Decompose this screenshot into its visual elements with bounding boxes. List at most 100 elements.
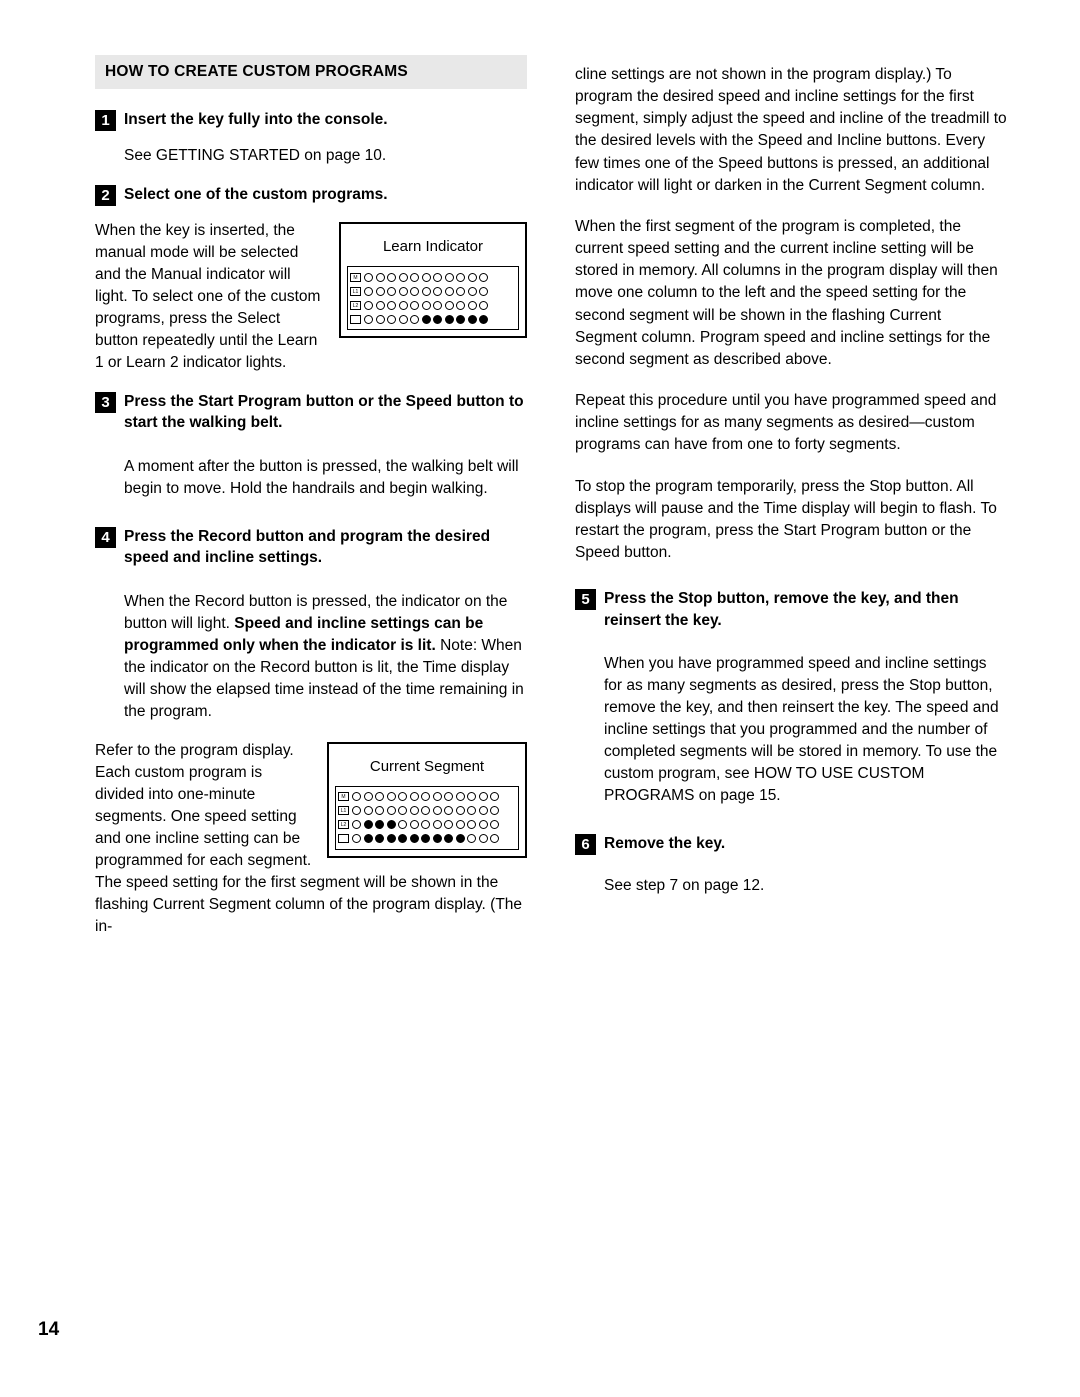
row-tag-l2: L2: [338, 820, 349, 830]
indicator-dot: [421, 286, 431, 296]
indicator-dot: [456, 272, 465, 282]
indicator-dot: [456, 286, 465, 296]
row-tag-l1: L1: [350, 286, 361, 296]
indicator-dot: [467, 834, 476, 844]
row-tag-m: M: [338, 792, 349, 802]
grid-row: [350, 312, 515, 326]
console-panel-segment: Current Segment M L1 L2: [327, 741, 527, 858]
indicator-dot: [444, 792, 453, 802]
two-column-layout: HOW TO CREATE CUSTOM PROGRAMS 1 Insert t…: [95, 55, 1020, 955]
indicator-dot: [364, 272, 373, 282]
indicator-dot-filled: [467, 314, 477, 324]
indicator-dot-filled: [444, 314, 454, 324]
indicator-dot-filled: [444, 834, 453, 844]
indicator-dot: [421, 806, 430, 816]
indicator-dot: [444, 272, 454, 282]
indicator-dot: [387, 286, 396, 296]
right-paragraph-2: When the first segment of the program is…: [575, 217, 998, 368]
step-5-body: When you have programmed speed and incli…: [604, 654, 999, 804]
indicator-dot: [352, 806, 361, 816]
indicator-dot: [375, 286, 385, 296]
indicator-dot: [455, 806, 465, 816]
indicator-dot: [398, 806, 407, 816]
step-2-body-wrap: Learn Indicator M L1 L2 When the key is …: [95, 220, 527, 374]
step-4-heading: Press the Record button and program the …: [124, 527, 491, 567]
indicator-dot: [433, 286, 442, 296]
indicator-dot-filled: [386, 834, 396, 844]
indicator-dot: [490, 806, 499, 816]
indicator-dot: [444, 806, 453, 816]
indicator-dot: [421, 272, 431, 282]
indicator-dot: [363, 792, 373, 802]
indicator-dot: [479, 300, 488, 310]
step-1-heading: Insert the key fully into the console.: [124, 111, 388, 128]
indicator-dot: [409, 820, 419, 830]
indicator-dot: [398, 314, 408, 324]
indicator-dot: [478, 820, 488, 830]
indicator-dot: [467, 820, 476, 830]
learn-indicator-figure: Learn Indicator M L1 L2: [339, 222, 527, 339]
indicator-dot-filled: [456, 314, 465, 324]
indicator-dot-filled: [421, 834, 430, 844]
step-2-heading: Select one of the custom programs.: [124, 186, 388, 203]
indicator-dot: [398, 792, 407, 802]
indicator-dot: [363, 806, 373, 816]
indicator-dot: [455, 792, 465, 802]
indicator-dot: [387, 272, 396, 282]
grid-row: M: [350, 270, 515, 284]
indicator-dot: [455, 820, 465, 830]
step-3-body: A moment after the button is pressed, th…: [124, 457, 519, 497]
indicator-dot: [421, 820, 430, 830]
indicator-dot: [398, 272, 408, 282]
indicator-dot-filled: [432, 834, 442, 844]
indicator-dot: [364, 314, 373, 324]
indicator-dot-filled: [479, 314, 488, 324]
indicator-dot: [410, 300, 419, 310]
indicator-dot: [433, 272, 442, 282]
learn-indicator-grid: M L1 L2: [347, 266, 519, 331]
indicator-dot: [467, 300, 477, 310]
indicator-dot: [490, 820, 499, 830]
indicator-dot-filled: [363, 834, 373, 844]
step-6-heading: Remove the key.: [604, 834, 726, 852]
step-5: 5 Press the Stop button, remove the key,…: [575, 588, 1007, 631]
indicator-dot: [432, 806, 442, 816]
grid-row: M: [338, 790, 515, 804]
indicator-dot: [386, 806, 396, 816]
step-2-number: 2: [95, 185, 116, 206]
learn-indicator-caption: Learn Indicator: [382, 238, 484, 255]
indicator-dot: [387, 314, 396, 324]
indicator-dot: [467, 272, 477, 282]
current-segment-caption: Current Segment: [369, 757, 485, 775]
step-2-body: When the key is inserted, the manual mod…: [95, 222, 321, 371]
indicator-dot: [467, 792, 476, 802]
row-tag-l2: L2: [350, 300, 361, 310]
indicator-dot-filled: [433, 314, 442, 324]
right-paragraph-4: To stop the program temporarily, press t…: [575, 477, 997, 561]
step-4-number: 4: [95, 526, 116, 548]
indicator-dot: [433, 300, 442, 310]
indicator-dot: [456, 300, 465, 310]
indicator-dot: [398, 286, 408, 296]
indicator-dot-filled: [386, 820, 396, 830]
current-segment-figure: Current Segment M L1 L2: [327, 741, 527, 858]
indicator-dot: [387, 300, 396, 310]
row-tag-m: M: [350, 272, 361, 282]
indicator-dot: [409, 806, 419, 816]
step-5-heading: Press the Stop button, remove the key, a…: [604, 590, 959, 629]
indicator-dot-filled: [375, 820, 384, 830]
right-column: cline settings are not shown in the prog…: [575, 55, 1007, 914]
step-3-heading: Press the Start Program button or the Sp…: [124, 393, 524, 432]
indicator-dot: [410, 286, 419, 296]
indicator-dot: [352, 820, 361, 830]
grid-row: [338, 832, 515, 846]
indicator-dot: [444, 286, 454, 296]
row-tag-blank: [350, 314, 361, 324]
document-page: HOW TO CREATE CUSTOM PROGRAMS 1 Insert t…: [0, 0, 1080, 1397]
indicator-dot: [478, 792, 488, 802]
indicator-dot: [409, 792, 419, 802]
step-6-body: See step 7 on page 12.: [604, 876, 765, 894]
indicator-dot: [490, 834, 499, 844]
indicator-dot-filled: [455, 834, 465, 844]
indicator-dot: [490, 792, 499, 802]
